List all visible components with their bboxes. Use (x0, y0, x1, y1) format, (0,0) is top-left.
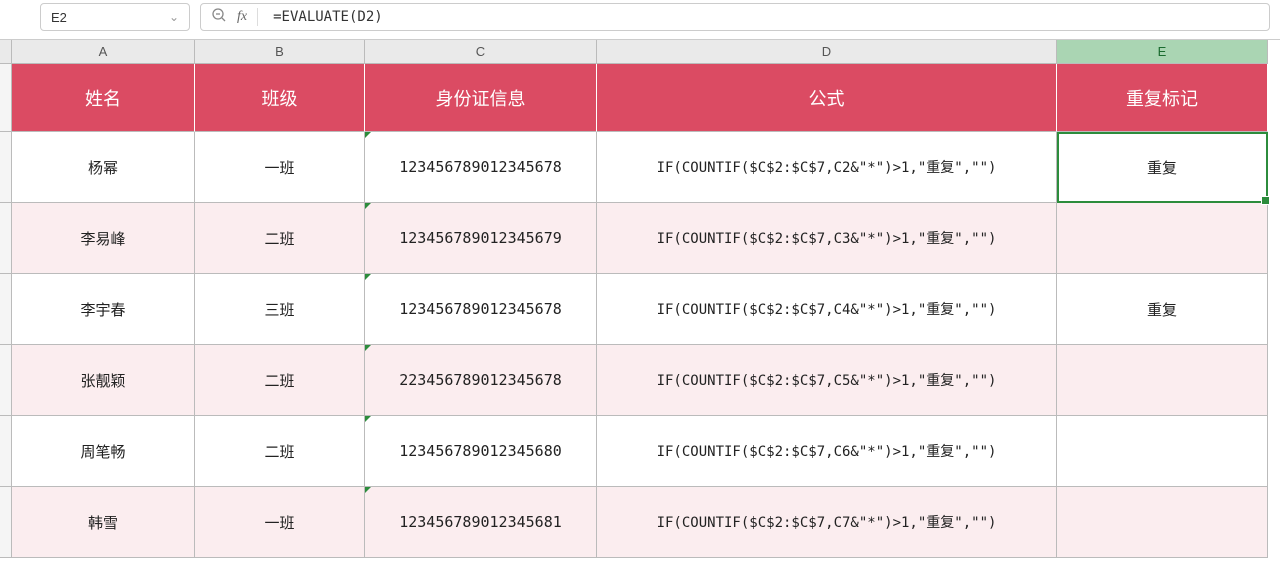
cell-mark[interactable]: 重复 (1057, 132, 1268, 203)
cell-formula[interactable]: IF(COUNTIF($C$2:$C$7,C4&"*")>1,"重复","") (597, 274, 1057, 345)
cell-name[interactable]: 李易峰 (12, 203, 195, 274)
cell-id[interactable]: 123456789012345681 (365, 487, 597, 558)
cell-mark[interactable] (1057, 487, 1268, 558)
cell-name[interactable]: 韩雪 (12, 487, 195, 558)
col-header-b[interactable]: B (195, 40, 365, 64)
corner-cell[interactable] (0, 40, 12, 64)
formula-bar: E2 ⌄ fx (0, 0, 1280, 40)
cell-class[interactable]: 二班 (195, 416, 365, 487)
cell-formula[interactable]: IF(COUNTIF($C$2:$C$7,C3&"*")>1,"重复","") (597, 203, 1057, 274)
error-indicator-icon (365, 203, 371, 209)
name-box-value: E2 (51, 10, 67, 25)
cell-formula[interactable]: IF(COUNTIF($C$2:$C$7,C7&"*")>1,"重复","") (597, 487, 1057, 558)
cell-class[interactable]: 一班 (195, 487, 365, 558)
cell-class[interactable]: 三班 (195, 274, 365, 345)
cell-name[interactable]: 周笔畅 (12, 416, 195, 487)
error-indicator-icon (365, 487, 371, 493)
cell-mark[interactable]: 重复 (1057, 274, 1268, 345)
chevron-down-icon: ⌄ (169, 10, 179, 24)
cell-formula[interactable]: IF(COUNTIF($C$2:$C$7,C2&"*")>1,"重复","") (597, 132, 1057, 203)
cell-mark[interactable] (1057, 203, 1268, 274)
cell-mark[interactable] (1057, 416, 1268, 487)
row-stub[interactable] (0, 345, 12, 416)
formula-container: fx (200, 3, 1270, 31)
header-name[interactable]: 姓名 (12, 64, 195, 132)
header-mark[interactable]: 重复标记 (1057, 64, 1268, 132)
error-indicator-icon (365, 274, 371, 280)
formula-input[interactable] (273, 9, 1259, 25)
row-stub[interactable] (0, 274, 12, 345)
name-box[interactable]: E2 ⌄ (40, 3, 190, 31)
cell-id[interactable]: 123456789012345678 (365, 274, 597, 345)
col-header-e[interactable]: E (1057, 40, 1268, 64)
cell-class[interactable]: 二班 (195, 345, 365, 416)
header-formula[interactable]: 公式 (597, 64, 1057, 132)
divider (257, 8, 258, 26)
header-class[interactable]: 班级 (195, 64, 365, 132)
cell-name[interactable]: 杨幂 (12, 132, 195, 203)
col-header-d[interactable]: D (597, 40, 1057, 64)
error-indicator-icon (365, 132, 371, 138)
row-stub[interactable] (0, 132, 12, 203)
cell-id[interactable]: 123456789012345678 (365, 132, 597, 203)
search-minus-icon[interactable] (211, 7, 227, 27)
cell-id[interactable]: 123456789012345680 (365, 416, 597, 487)
cell-name[interactable]: 张靓颖 (12, 345, 195, 416)
col-header-a[interactable]: A (12, 40, 195, 64)
col-header-c[interactable]: C (365, 40, 597, 64)
spreadsheet-grid[interactable]: A B C D E 姓名 班级 身份证信息 公式 重复标记 杨幂 一班 1234… (0, 40, 1280, 558)
row-stub[interactable] (0, 487, 12, 558)
cell-name[interactable]: 李宇春 (12, 274, 195, 345)
row-stub[interactable] (0, 203, 12, 274)
cell-class[interactable]: 二班 (195, 203, 365, 274)
cell-class[interactable]: 一班 (195, 132, 365, 203)
cell-formula[interactable]: IF(COUNTIF($C$2:$C$7,C6&"*")>1,"重复","") (597, 416, 1057, 487)
header-id[interactable]: 身份证信息 (365, 64, 597, 132)
row-stub[interactable] (0, 416, 12, 487)
error-indicator-icon (365, 416, 371, 422)
row-stub[interactable] (0, 64, 12, 132)
cell-id[interactable]: 223456789012345678 (365, 345, 597, 416)
cell-id[interactable]: 123456789012345679 (365, 203, 597, 274)
error-indicator-icon (365, 345, 371, 351)
cell-formula[interactable]: IF(COUNTIF($C$2:$C$7,C5&"*")>1,"重复","") (597, 345, 1057, 416)
cell-mark[interactable] (1057, 345, 1268, 416)
fx-label[interactable]: fx (237, 9, 247, 25)
